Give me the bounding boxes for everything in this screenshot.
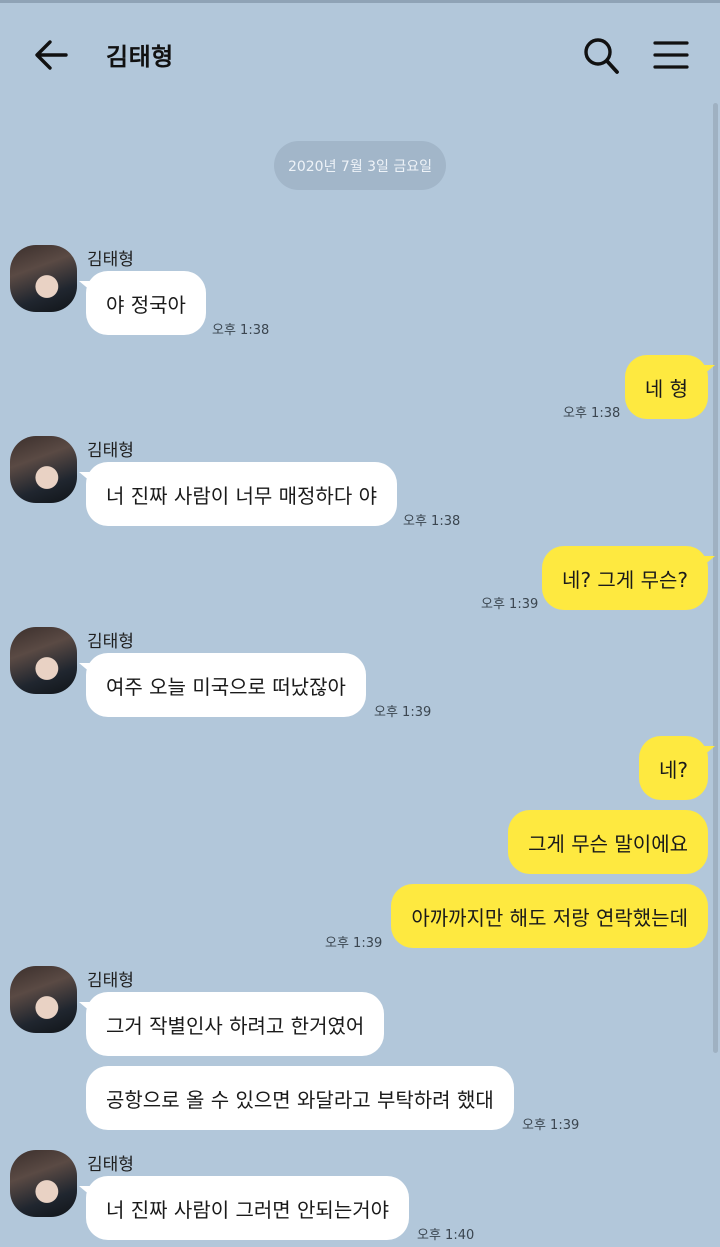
arrow-left-icon — [35, 40, 68, 70]
incoming-message[interactable]: 여주 오늘 미국으로 떠났잖아 — [79, 653, 366, 717]
sender-name: 김태형 — [87, 250, 134, 270]
incoming-message[interactable]: 공항으로 올 수 있으면 와달라고 부탁하려 했대 — [86, 1066, 514, 1130]
message-time: 오후 1:39 — [325, 936, 383, 951]
message-time: 오후 1:38 — [563, 406, 621, 421]
outgoing-message[interactable]: 그게 무슨 말이에요 — [508, 810, 708, 874]
sender-name: 김태형 — [87, 441, 134, 461]
scrollbar[interactable] — [713, 103, 718, 1053]
avatar[interactable] — [10, 436, 77, 503]
sender-name: 김태형 — [87, 971, 134, 991]
search-icon — [584, 38, 619, 74]
hamburger-menu-icon — [653, 41, 689, 69]
message-time: 오후 1:38 — [403, 514, 461, 529]
incoming-message[interactable]: 그거 작별인사 하려고 한거였어 — [78, 992, 385, 1056]
message-time: 오후 1:40 — [417, 1228, 475, 1243]
sender-name: 김태형 — [87, 632, 134, 652]
avatar[interactable] — [10, 627, 77, 694]
search-button[interactable] — [582, 36, 620, 76]
message-time: 오후 1:39 — [481, 597, 539, 612]
avatar[interactable] — [10, 245, 77, 312]
incoming-message[interactable]: 너 진짜 사람이 너무 매정하다 야 — [79, 462, 397, 526]
avatar[interactable] — [10, 966, 77, 1033]
outgoing-message[interactable]: 네? — [638, 736, 716, 800]
message-time: 오후 1:39 — [374, 705, 432, 720]
chat-title: 김태형 — [106, 43, 174, 71]
date-divider: 2020년 7월 3일 금요일 — [274, 141, 446, 190]
message-time: 오후 1:38 — [212, 323, 270, 338]
incoming-message[interactable]: 야 정국아 — [79, 271, 206, 335]
sender-name: 김태형 — [87, 1155, 134, 1175]
outgoing-message[interactable]: 네? 그게 무슨? — [542, 546, 715, 610]
outgoing-message[interactable]: 네 형 — [624, 355, 716, 419]
message-time: 오후 1:39 — [522, 1118, 580, 1133]
menu-button[interactable] — [653, 40, 689, 70]
avatar[interactable] — [10, 1150, 77, 1217]
incoming-message[interactable]: 너 진짜 사람이 그러면 안되는거야 — [78, 1176, 410, 1240]
back-button[interactable] — [30, 37, 70, 73]
outgoing-message[interactable]: 아까까지만 해도 저랑 연락했는데 — [391, 884, 708, 948]
chat-header: 김태형 — [0, 3, 720, 103]
